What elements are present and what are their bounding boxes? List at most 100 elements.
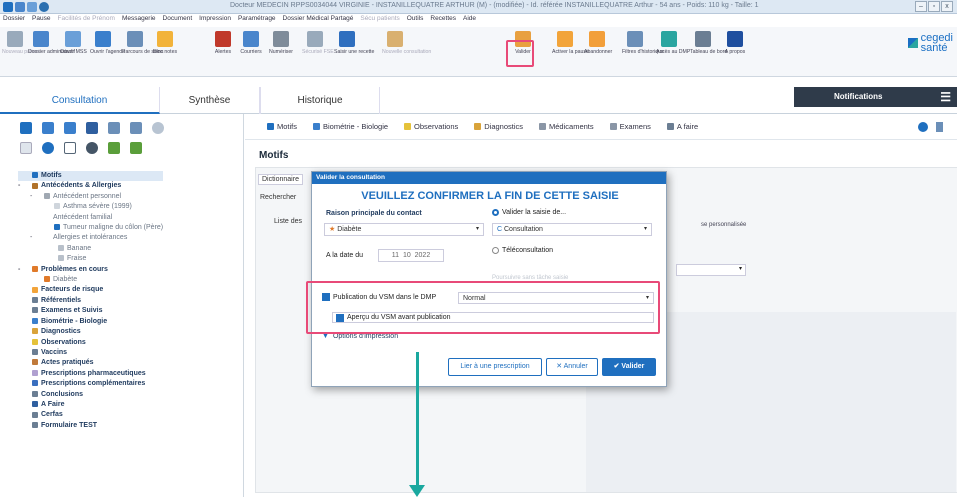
subtab-item[interactable]: A faire xyxy=(666,122,698,131)
tree-item[interactable]: Banane xyxy=(18,244,163,254)
menu-item[interactable]: Dossier xyxy=(3,15,25,26)
dictionnaire-tab[interactable]: Dictionnaire xyxy=(258,174,303,185)
ribbon-button-2[interactable]: Ouvrir MSS xyxy=(60,31,87,55)
minimize-button[interactable]: – xyxy=(915,1,927,12)
ribbon-button-4[interactable]: Parcours de soins xyxy=(122,31,164,55)
tab-synthese[interactable]: Synthèse xyxy=(160,87,260,114)
add-folder-icon[interactable] xyxy=(86,122,98,134)
menu-item[interactable]: Pause xyxy=(32,15,50,26)
target-icon[interactable] xyxy=(42,142,54,154)
menu-item[interactable]: Paramétrage xyxy=(238,15,276,26)
tree-item[interactable]: - Antécédent personnel xyxy=(18,192,163,202)
tree-item[interactable]: Prescriptions complémentaires xyxy=(18,379,163,389)
menu-item[interactable]: Recettes xyxy=(430,15,456,26)
menu-item[interactable]: Aide xyxy=(463,15,476,26)
app-icon[interactable] xyxy=(3,2,13,12)
ribbon-button-9[interactable]: Sécurisé FSE xyxy=(302,31,334,55)
ribbon-button-14[interactable]: Abandonner xyxy=(584,31,612,55)
ribbon-button-17[interactable]: Tableau de bord xyxy=(690,31,727,55)
expander-icon[interactable]: - xyxy=(30,233,32,243)
ribbon-button-5[interactable]: Bloc notes xyxy=(152,31,178,55)
close-button[interactable]: x xyxy=(941,1,953,12)
tree-item[interactable]: Facteurs de risque xyxy=(18,285,163,295)
menu-item[interactable]: Impression xyxy=(199,15,231,26)
saisie-select[interactable]: C Consultation ▾ xyxy=(492,223,652,236)
ribbon-button-1[interactable]: Dossier administratif xyxy=(28,31,75,55)
tree-item[interactable]: Cerfas xyxy=(18,410,163,420)
tree-item[interactable]: Motifs xyxy=(18,171,164,182)
expander-icon[interactable]: - xyxy=(18,265,20,275)
ribbon-button-11[interactable]: Nouvelle consultation xyxy=(382,31,431,55)
ribbon-button-15[interactable]: Filtres d'historique xyxy=(622,31,664,55)
tree-item[interactable]: Observations xyxy=(18,338,163,348)
add-motif-icon[interactable] xyxy=(42,122,54,134)
ribbon-button-13[interactable]: Activer la pause xyxy=(552,31,589,55)
subtab-item[interactable]: Biométrie - Biologie xyxy=(313,122,388,131)
tree-item[interactable]: Tumeur maligne du côlon (Père) xyxy=(18,223,163,233)
subtab-item[interactable]: Examens xyxy=(609,122,651,131)
clipboard-icon[interactable] xyxy=(130,142,142,154)
settings-icon[interactable] xyxy=(918,122,928,132)
tree-item[interactable]: Examens et Suivis xyxy=(18,306,163,316)
ribbon-button-6[interactable]: Alertes xyxy=(210,31,236,55)
maximize-button[interactable]: ▫ xyxy=(928,1,940,12)
subtab-item[interactable]: Diagnostics xyxy=(474,122,523,131)
annuler-button[interactable]: ✕ Annuler xyxy=(546,358,598,376)
add-document-icon[interactable] xyxy=(108,122,120,134)
tree-item[interactable]: Antécédent familial xyxy=(18,213,163,223)
eye-icon[interactable] xyxy=(86,142,98,154)
ribbon-button-0[interactable]: Nouveau patient xyxy=(2,31,40,55)
lier-prescription-button[interactable]: Lier à une prescription xyxy=(448,358,542,376)
tree-item[interactable]: Diagnostics xyxy=(18,327,163,337)
refresh-icon[interactable] xyxy=(152,122,164,134)
subtab-item[interactable]: Observations xyxy=(404,122,458,131)
tree-item[interactable]: - Antécédents & Allergies xyxy=(18,181,163,191)
menu-item[interactable]: Messagerie xyxy=(122,15,156,26)
date-field[interactable]: 11 10 2022 xyxy=(378,249,444,262)
tree-item[interactable]: Biométrie - Biologie xyxy=(18,317,163,327)
add-antecedent-icon[interactable] xyxy=(64,122,76,134)
raison-select[interactable]: ★ Diabète ▾ xyxy=(324,223,484,236)
user-icon[interactable] xyxy=(39,2,49,12)
valider-saisie-option[interactable]: Valider la saisie de... xyxy=(492,209,566,216)
calendar-icon[interactable] xyxy=(108,142,120,154)
menu-item[interactable]: Sécu patients xyxy=(360,15,399,26)
rosp-icon[interactable] xyxy=(20,142,32,154)
export-icon[interactable] xyxy=(130,122,142,134)
menu-item[interactable]: Facilités de Prénom xyxy=(57,15,114,26)
trash-icon[interactable] xyxy=(20,122,32,134)
mail-icon[interactable] xyxy=(27,2,37,12)
subtab-item[interactable]: Motifs xyxy=(267,122,297,131)
menu-item[interactable]: Outils xyxy=(407,15,424,26)
ribbon-button-8[interactable]: Numériser xyxy=(268,31,294,55)
ribbon-button-7[interactable]: Courriers xyxy=(238,31,264,55)
save-icon[interactable] xyxy=(15,2,25,12)
home-icon[interactable] xyxy=(64,142,76,154)
hamburger-icon[interactable]: ☰ xyxy=(940,87,951,107)
ribbon-button-16[interactable]: Accès au DMP xyxy=(656,31,690,55)
valider-button[interactable]: ✔ Valider xyxy=(602,358,656,376)
tree-item[interactable]: A Faire xyxy=(18,400,163,410)
tree-item[interactable]: Actes pratiqués xyxy=(18,358,163,368)
menu-item[interactable]: Document xyxy=(163,15,193,26)
panel-icon[interactable] xyxy=(936,122,943,132)
options-impression-toggle[interactable]: ▼ Options d'impression xyxy=(322,333,398,340)
tree-item[interactable]: - Allergies et intolérances xyxy=(18,233,163,243)
tree-item[interactable]: Formulaire TEST xyxy=(18,421,163,431)
teleconsultation-option[interactable]: Téléconsultation xyxy=(492,247,553,254)
ribbon-button-10[interactable]: Saisir une recette xyxy=(334,31,374,55)
ribbon-button-3[interactable]: Ouvrir l'agenda xyxy=(90,31,125,55)
tree-item[interactable]: Fraise xyxy=(18,254,163,264)
subtab-item[interactable]: Médicaments xyxy=(539,122,594,131)
ribbon-button-18[interactable]: A propos xyxy=(722,31,748,55)
tree-item[interactable]: - Problèmes en cours xyxy=(18,265,163,275)
tab-consultation[interactable]: Consultation xyxy=(0,87,160,114)
tree-item[interactable]: Asthma sévère (1999) xyxy=(18,202,163,212)
tree-item[interactable]: Conclusions xyxy=(18,390,163,400)
menu-item[interactable]: Dossier Médical Partagé xyxy=(283,15,354,26)
tree-item[interactable]: Prescriptions pharmaceutiques xyxy=(18,369,163,379)
tab-historique[interactable]: Historique xyxy=(260,87,380,114)
tree-item[interactable]: Référentiels xyxy=(18,296,163,306)
expander-icon[interactable]: - xyxy=(30,192,32,202)
perso-select[interactable]: ▾ xyxy=(676,264,746,276)
